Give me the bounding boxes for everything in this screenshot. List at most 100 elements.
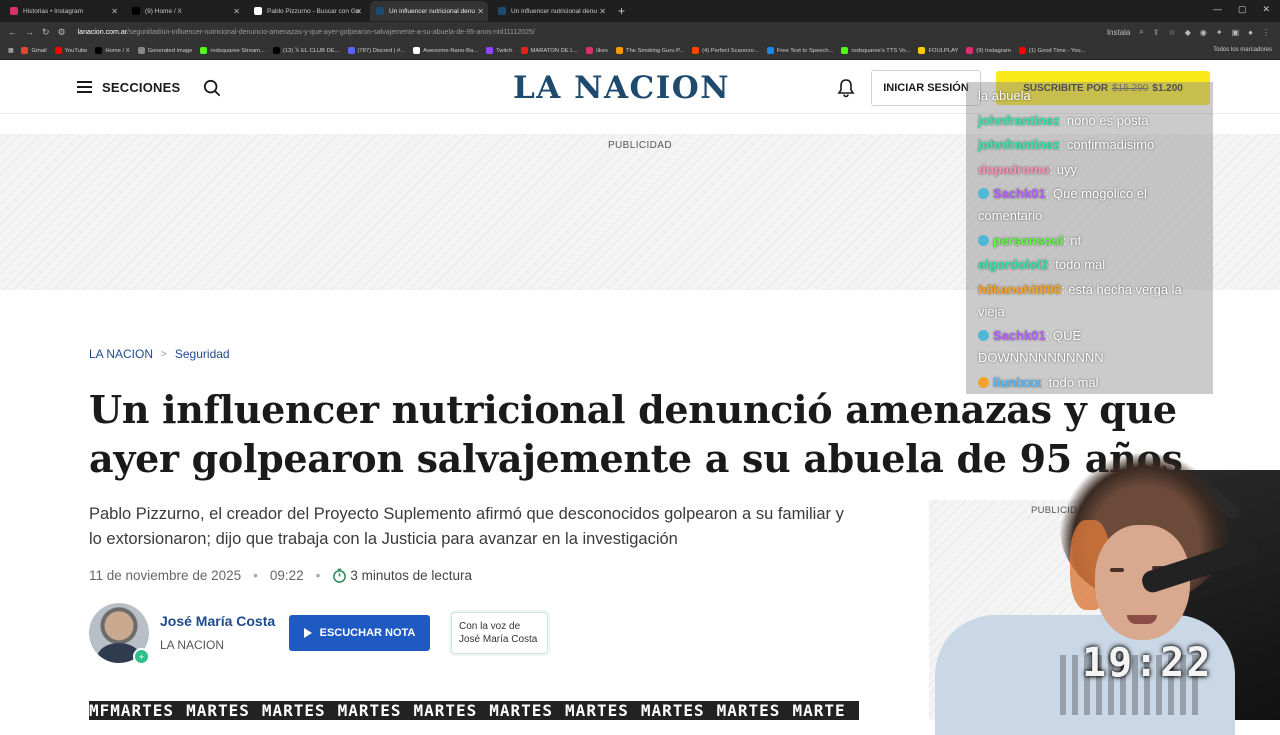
bookmark-item[interactable]: rodsquaree Stream...	[200, 47, 265, 54]
chat-badge-icon	[978, 234, 989, 246]
browser-tab[interactable]: Un influencer nutricional denu ✕	[370, 1, 488, 21]
chat-text: : todo mal	[1041, 374, 1099, 390]
menu-icon[interactable]: ⋮	[1262, 28, 1270, 37]
bookmark-item[interactable]: (9) Instagram	[966, 47, 1011, 54]
chat-message: dopadromo: uyy	[978, 159, 1201, 181]
bookmark-item[interactable]: rodsquaree's TTS Vo...	[841, 47, 910, 54]
ticker-word: MARTES	[186, 701, 250, 720]
hamburger-menu-icon[interactable]	[77, 81, 92, 93]
reload-icon[interactable]: ↻	[42, 27, 50, 38]
search-icon[interactable]	[203, 79, 221, 97]
bookmark-favicon-icon	[95, 47, 103, 54]
site-logo[interactable]: LA NACION	[513, 70, 730, 106]
bookmark-favicon-icon	[841, 47, 849, 54]
voice-tooltip: Con la voz de José María Costa	[451, 612, 548, 654]
all-bookmarks-button[interactable]: Todos los marcadores	[1213, 47, 1272, 53]
bookmark-favicon-icon	[766, 47, 774, 54]
login-button[interactable]: INICIAR SESIÓN	[871, 70, 981, 106]
browser-tab[interactable]: Un influencer nutricional denu ✕	[492, 1, 610, 21]
chat-username: h0kanohit000	[978, 281, 1062, 297]
chat-message: la abuela	[978, 85, 1201, 107]
bookmark-item[interactable]: MARATON DE L...	[520, 47, 578, 54]
bookmark-item[interactable]: likes	[586, 47, 608, 54]
ticker-word: MARTES	[716, 701, 781, 720]
close-tab-icon[interactable]: ✕	[233, 7, 240, 16]
url-host: lanacion.com.ar	[77, 28, 128, 36]
bookmark-favicon-icon	[1018, 47, 1026, 54]
close-tab-icon[interactable]: ✕	[599, 7, 606, 16]
bookmark-favicon-icon	[918, 47, 926, 54]
voice-line-2: José María Costa	[459, 634, 538, 645]
site-info-icon[interactable]: ⚙	[58, 27, 66, 38]
bookmark-favicon-icon	[137, 47, 145, 54]
bookmark-item[interactable]: (13) 𝕏 EL CLUB DE...	[272, 47, 340, 54]
bookmark-item[interactable]: (787) Discord | #...	[347, 47, 406, 54]
notifications-bell-icon[interactable]	[836, 78, 856, 98]
breadcrumb: LA NACION > Seguridad	[89, 347, 230, 361]
bookmark-item[interactable]: FOULPLAY	[918, 47, 958, 54]
tab-label: (9) Home / X	[145, 7, 182, 15]
mouth	[1127, 615, 1157, 624]
bookmark-favicon-icon	[200, 47, 208, 54]
close-tab-icon[interactable]: ✕	[477, 7, 484, 16]
close-window-icon[interactable]: ✕	[1262, 4, 1270, 15]
listen-label: ESCUCHAR NOTA	[319, 627, 416, 639]
chat-username: Sachk01	[993, 186, 1046, 201]
browser-tab[interactable]: Historias • Instagram ✕	[4, 1, 122, 21]
bookmark-label: (9) Instagram	[976, 47, 1011, 54]
bookmark-label: rodsquaree's TTS Vo...	[851, 47, 911, 54]
profile-icon[interactable]: ●	[1248, 28, 1253, 37]
close-tab-icon[interactable]: ✕	[111, 7, 118, 16]
apps-grid-icon[interactable]: ▦	[8, 48, 13, 54]
tab-label: Pablo Pizzurno - Buscar con Go	[267, 7, 360, 15]
breadcrumb-section-link[interactable]: Seguridad	[175, 347, 230, 361]
extension-icon[interactable]: ▣	[1232, 28, 1240, 37]
ticker-banner: MFMARTES MARTES MARTES MARTES MARTES MARTES MA…	[89, 701, 859, 720]
browser-tab[interactable]: Pablo Pizzurno - Buscar con Go ✕	[248, 1, 366, 21]
stream-clock: 19:22	[1082, 640, 1213, 686]
url-path: /seguridad/un-influencer-nutricional-den…	[127, 28, 535, 36]
bookmark-label: (787) Discord | #...	[357, 47, 406, 54]
maximize-icon[interactable]: ▢	[1238, 4, 1247, 15]
back-icon[interactable]: ←	[8, 27, 17, 37]
bookmark-item[interactable]: The Smoking Guru P...	[615, 47, 684, 54]
eye	[1110, 568, 1124, 572]
browser-tab[interactable]: (9) Home / X ✕	[126, 1, 244, 21]
share-icon[interactable]: ⇪	[1153, 28, 1160, 37]
extension-icon[interactable]: ◉	[1200, 28, 1207, 37]
meta-separator: •	[253, 568, 258, 583]
bookmark-item[interactable]: Free Text to Speech...	[766, 47, 833, 54]
bookmark-item[interactable]: Generated image	[137, 47, 192, 54]
bookmark-item[interactable]: Awesome-Nano-Ba...	[413, 47, 478, 54]
bookmark-item[interactable]: Twitch	[486, 47, 513, 54]
ticker-word: MARTES	[261, 701, 326, 720]
author-name-link[interactable]: José María Costa	[160, 613, 275, 629]
chat-username: elgordolol2	[978, 257, 1049, 272]
bookmark-item[interactable]: Gmail	[21, 47, 47, 54]
ticker-word: MARTE	[792, 701, 846, 720]
listen-article-button[interactable]: ESCUCHAR NOTA	[289, 615, 430, 651]
new-tab-button[interactable]: +	[618, 4, 625, 18]
close-tab-icon[interactable]: ✕	[355, 7, 362, 16]
extension-icon[interactable]: ◆	[1185, 28, 1191, 37]
breadcrumb-home-link[interactable]: LA NACION	[89, 347, 153, 361]
bookmark-item[interactable]: (4) Perfect Scarecro...	[692, 47, 759, 54]
star-icon[interactable]: ☆	[1169, 28, 1176, 37]
bookmark-item[interactable]: (1) Good Time - You...	[1018, 47, 1086, 54]
forward-icon[interactable]: →	[25, 27, 34, 37]
address-bar: ← → ↻ ⚙ lanacion.com.ar/seguridad/un-inf…	[0, 22, 1280, 42]
bookmark-favicon-icon	[54, 47, 62, 54]
bookmark-favicon-icon	[272, 47, 280, 54]
sections-button[interactable]: SECCIONES	[102, 80, 180, 95]
timer-icon	[333, 568, 347, 583]
install-label[interactable]: Instala	[1107, 28, 1131, 37]
ticker-word: MFMARTES	[89, 701, 175, 720]
extension-icon[interactable]: ✦	[1216, 28, 1223, 37]
window-controls: — ▢ ✕	[1213, 4, 1270, 15]
article-title: Un influencer nutricional denunció amena…	[89, 387, 1183, 481]
url-field[interactable]: lanacion.com.ar/seguridad/un-influencer-…	[78, 29, 535, 36]
bookmark-item[interactable]: Home / X	[95, 47, 130, 54]
zoom-icon[interactable]: ⌕	[1139, 27, 1143, 37]
bookmark-item[interactable]: YouTube	[54, 47, 87, 54]
minimize-icon[interactable]: —	[1213, 4, 1222, 15]
